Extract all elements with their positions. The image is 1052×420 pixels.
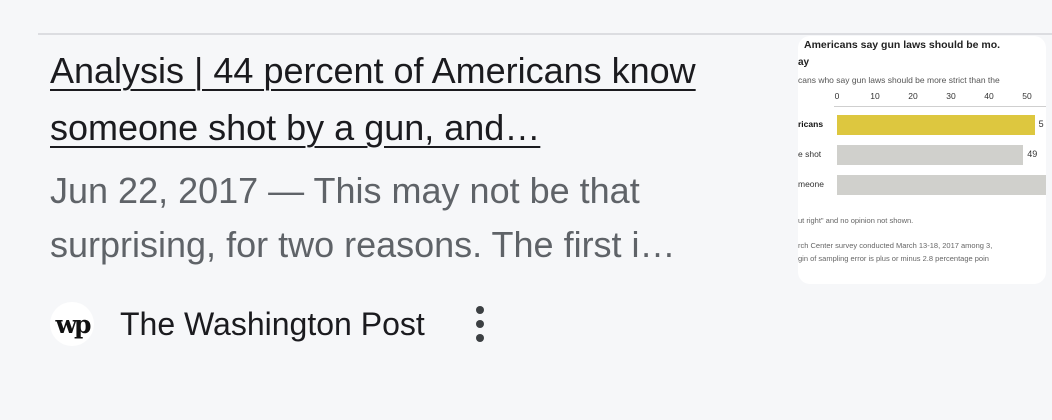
chart-data-label: 49 — [1027, 149, 1038, 159]
chart-tick-label: 50 — [1022, 91, 1032, 101]
chart-note: ut right" and no opinion not shown. — [798, 216, 914, 225]
source-name[interactable]: The Washington Post — [120, 306, 425, 343]
chart-bar — [837, 145, 1024, 165]
chart-tick-label: 0 — [834, 91, 840, 101]
chart-data-label: 5 — [1038, 119, 1044, 129]
chart-tick-label: 40 — [984, 91, 994, 101]
favicon-letters: wp — [55, 309, 91, 339]
chart-note: gin of sampling error is plus or minus 2… — [798, 254, 989, 263]
chart-tick-label: 10 — [870, 91, 880, 101]
three-dots-vertical-icon — [475, 306, 484, 314]
result-snippet: Jun 22, 2017 — This may not be that surp… — [50, 170, 676, 265]
more-options-button[interactable] — [469, 300, 491, 348]
chart-tick-label: 30 — [946, 91, 956, 101]
chart-bar-label: e shot — [798, 149, 822, 159]
chart-title: Americans say gun laws should be mo. — [804, 39, 1001, 51]
chart-tick-label: 20 — [908, 91, 918, 101]
top-divider — [38, 33, 1052, 35]
chart-bar — [837, 115, 1035, 135]
chart-bar — [837, 175, 1046, 195]
result-thumbnail[interactable]: Americans say gun laws should be mo. ay … — [798, 36, 1046, 284]
chart-bar-label: ricans — [798, 119, 824, 129]
chart-title-line2: ay — [798, 57, 810, 68]
three-dots-vertical-icon — [475, 334, 484, 342]
washington-post-logo-icon: wp — [50, 302, 94, 346]
source-row[interactable]: wp The Washington Post — [50, 300, 491, 348]
chart-note: rch Center survey conducted March 13-18,… — [798, 241, 993, 250]
chart-bar-label: meone — [798, 179, 824, 189]
chart-axis-line — [834, 106, 1046, 107]
chart-subtitle: cans who say gun laws should be more str… — [798, 75, 1000, 85]
three-dots-vertical-icon — [475, 320, 484, 328]
result-title-link[interactable]: Analysis | 44 percent of Americans know … — [50, 42, 760, 156]
